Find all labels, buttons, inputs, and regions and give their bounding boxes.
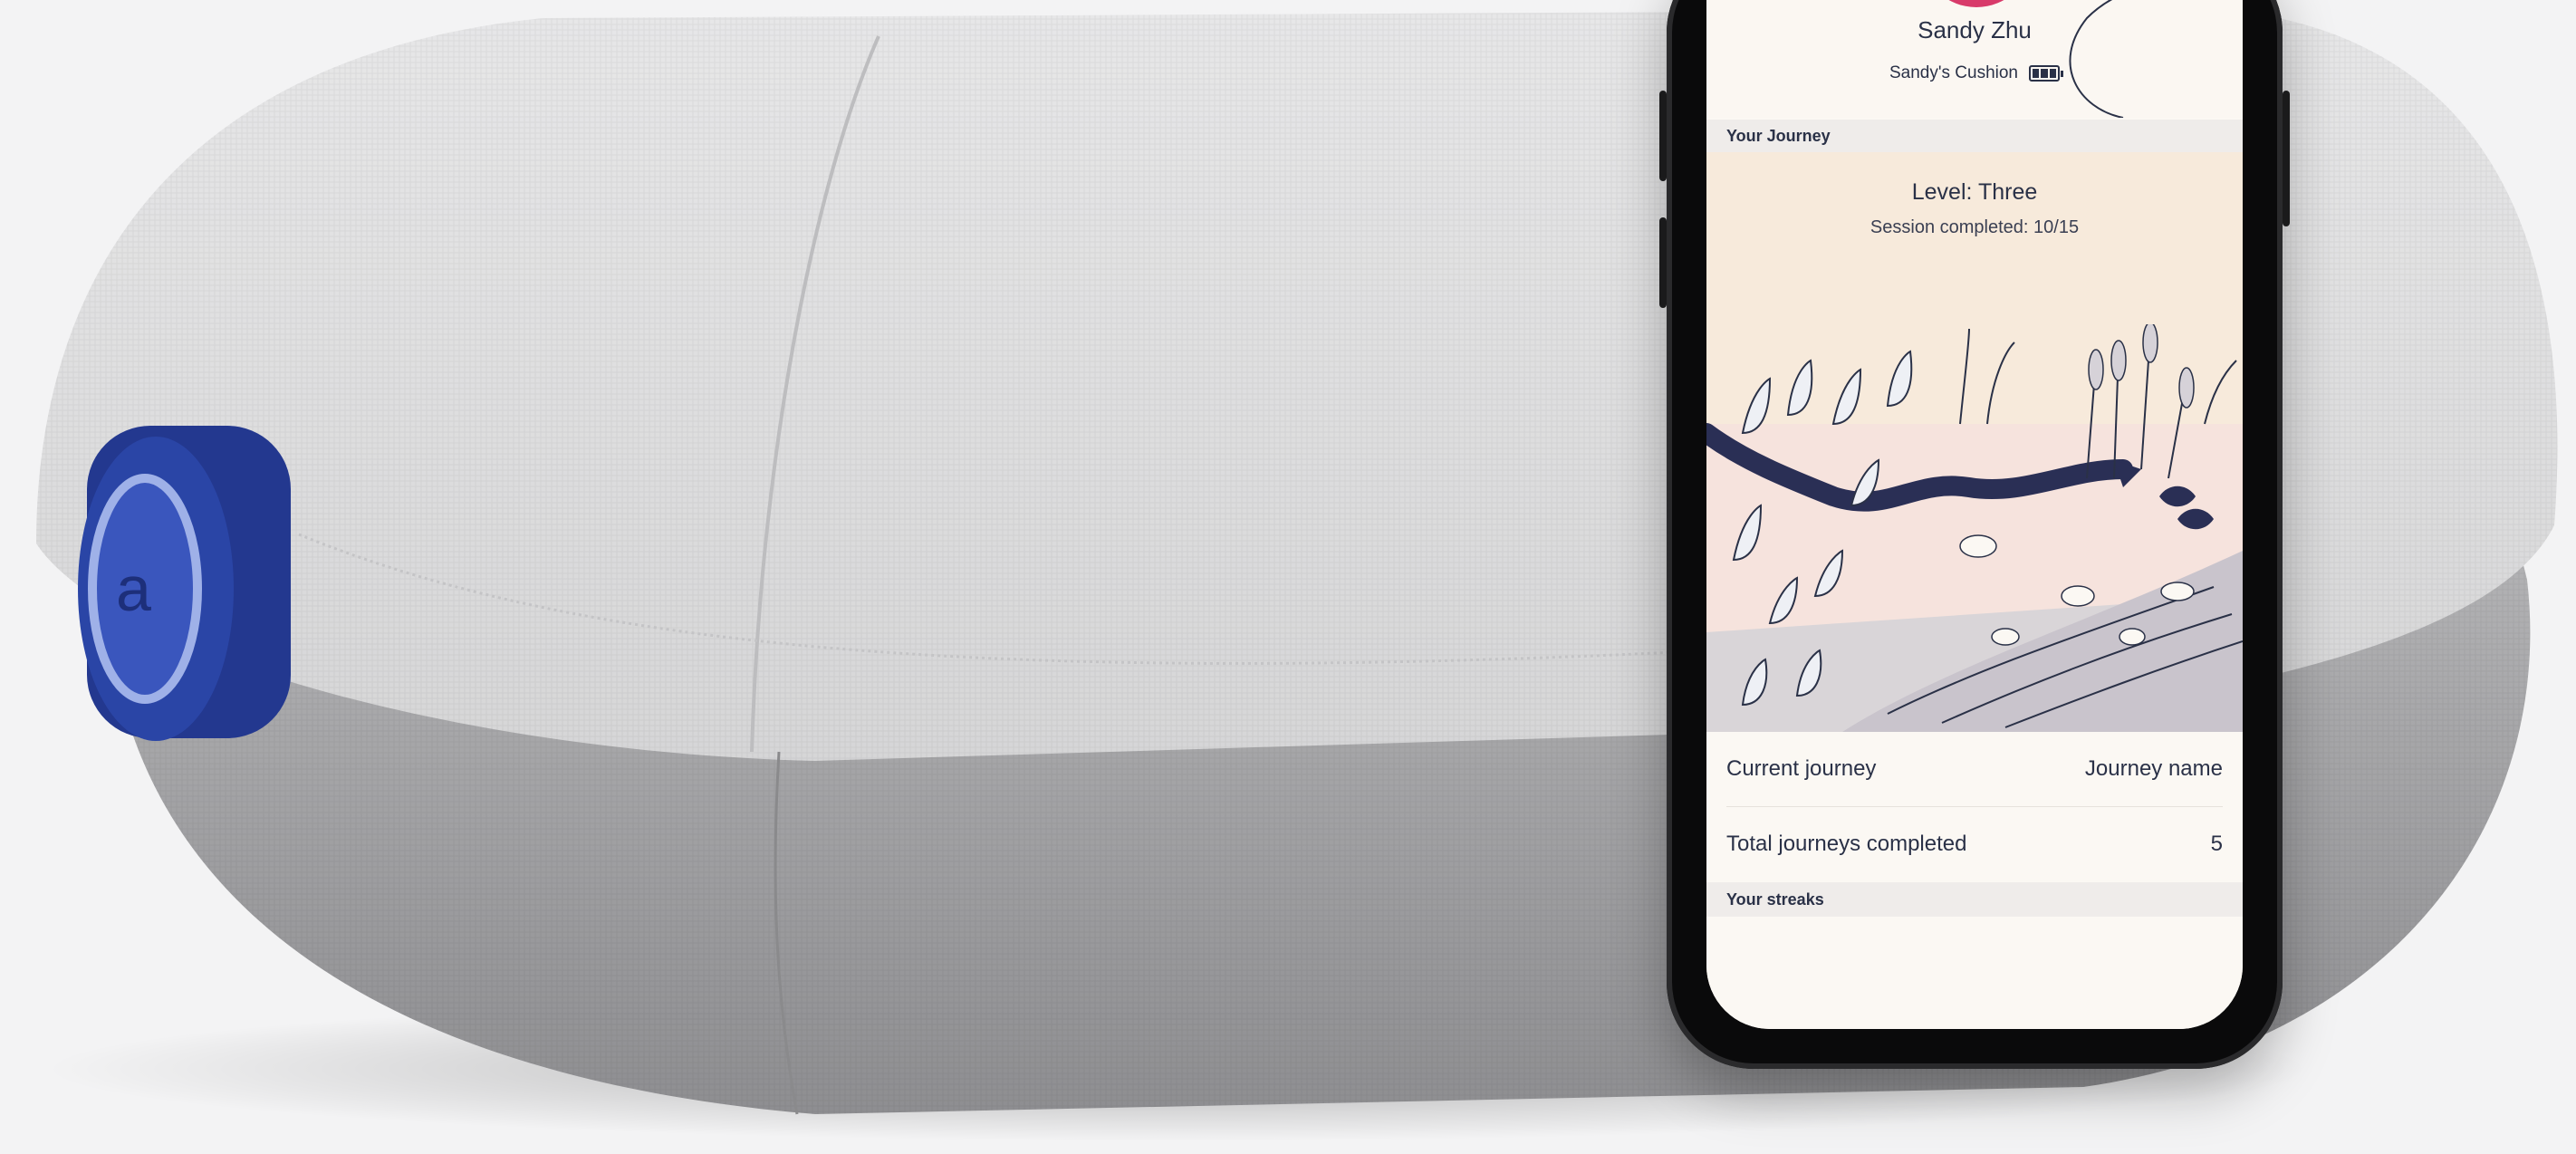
power-button bbox=[2283, 91, 2290, 226]
user-name: Sandy Zhu bbox=[1918, 16, 2032, 43]
battery-icon bbox=[2029, 65, 2063, 82]
journey-card[interactable]: Level: Three Session completed: 10/15 bbox=[1706, 152, 2243, 732]
device-logo: a bbox=[116, 553, 151, 624]
volume-button-2 bbox=[1659, 217, 1667, 308]
phone: Sandy Zhu Sandy's Cushion Your Journey L… bbox=[1659, 0, 2290, 1069]
current-journey-label: Current journey bbox=[1726, 756, 1877, 781]
device-name: Sandy's Cushion bbox=[1889, 63, 2018, 82]
section-header-streaks: Your streaks bbox=[1706, 882, 2243, 917]
device-puck bbox=[78, 426, 291, 741]
profile-card: Sandy Zhu Sandy's Cushion bbox=[1706, 0, 2243, 118]
current-journey-row[interactable]: Current journey Journey name bbox=[1726, 732, 2223, 807]
session-progress: Session completed: 10/15 bbox=[1870, 217, 2080, 237]
journey-stats: Current journey Journey name Total journ… bbox=[1706, 732, 2243, 882]
product-photo: a Sandy Zhu Sandy's Cushion Your Journey bbox=[0, 0, 2576, 1154]
streaks-card bbox=[1706, 947, 2243, 1029]
level-label: Level: Three bbox=[1911, 179, 2038, 205]
app-screen: Sandy Zhu Sandy's Cushion Your Journey L… bbox=[1706, 0, 2243, 1029]
total-journeys-value: 5 bbox=[2210, 832, 2223, 856]
current-journey-value: Journey name bbox=[2084, 756, 2223, 781]
total-journeys-label: Total journeys completed bbox=[1726, 832, 1967, 856]
journey-illustration bbox=[1706, 324, 2243, 732]
volume-button bbox=[1659, 91, 1667, 181]
section-header-journey: Your Journey bbox=[1706, 120, 2243, 152]
device-status[interactable]: Sandy's Cushion bbox=[1706, 63, 2243, 83]
total-journeys-row: Total journeys completed 5 bbox=[1726, 807, 2223, 881]
